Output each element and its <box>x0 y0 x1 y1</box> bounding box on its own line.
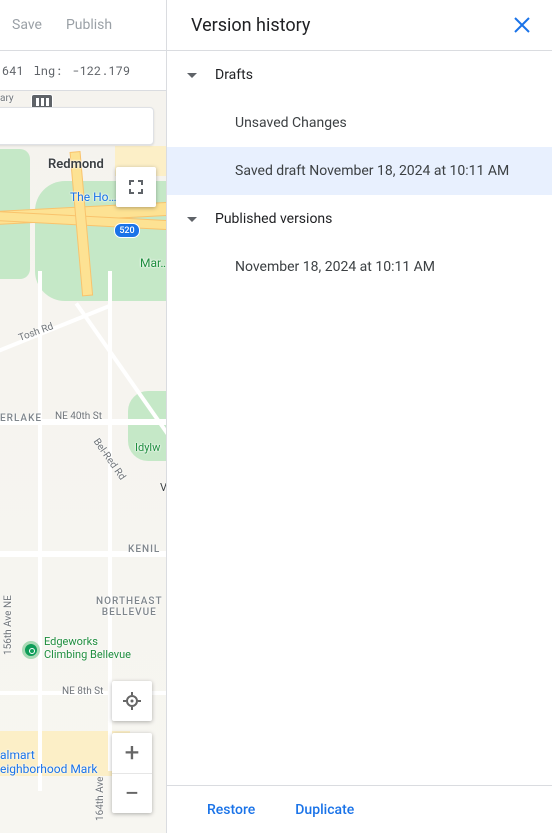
map-label-library: ary <box>0 93 14 104</box>
map-label-kenilworth: KENIL <box>128 544 160 555</box>
drafts-section-toggle[interactable]: Drafts <box>167 51 552 99</box>
map-label-164th: 164th Ave <box>95 777 106 821</box>
map-label-156th: 156th Ave NE <box>3 595 14 655</box>
version-item-published[interactable]: November 18, 2024 at 10:11 AM <box>167 243 552 291</box>
map-label-walmart: almart eighborhood Mark <box>0 748 97 776</box>
chevron-down-icon <box>187 217 197 222</box>
map-label-nebellevue: NORTHEAST BELLEVUE <box>96 596 163 618</box>
duplicate-button[interactable]: Duplicate <box>295 802 354 818</box>
chevron-down-icon <box>187 73 197 78</box>
close-button[interactable] <box>506 9 538 41</box>
lat-value: 641 <box>2 63 24 79</box>
map-label-edgeworks: Edgeworks Climbing Bellevue <box>44 635 131 661</box>
lng-label: lng: <box>34 63 63 79</box>
panel-header: Version history <box>167 0 552 51</box>
save-button[interactable]: Save <box>12 17 42 33</box>
lng-value: -122.179 <box>72 63 130 79</box>
version-item-unsaved[interactable]: Unsaved Changes <box>167 99 552 147</box>
map-label-overlake: ERLAKE <box>0 413 42 424</box>
map-search-box[interactable] <box>0 107 154 145</box>
version-history-panel: Version history Drafts Unsaved Changes S… <box>166 0 552 833</box>
zoom-controls: + − <box>112 733 152 813</box>
panel-footer: Restore Duplicate <box>167 785 552 833</box>
map-label-tosh: Tosh Rd <box>17 321 55 344</box>
highway-shield-520: 520 <box>114 223 140 238</box>
restore-button[interactable]: Restore <box>207 802 255 818</box>
fullscreen-icon <box>127 178 145 196</box>
map-canvas[interactable]: ary Redmond The Ho… ep… 520 Mar… Tosh Rd… <box>0 91 166 833</box>
close-icon <box>513 16 531 34</box>
panel-title: Version history <box>191 15 310 36</box>
my-location-button[interactable] <box>112 681 152 721</box>
coordinates-bar: 641 lng: -122.179 <box>0 51 166 91</box>
map-label-idylwood: Idylw <box>135 441 160 454</box>
zoom-out-button[interactable]: − <box>112 773 152 813</box>
location-icon <box>122 691 142 711</box>
drafts-section-label: Drafts <box>215 67 253 83</box>
version-item-saved-draft[interactable]: Saved draft November 18, 2024 at 10:11 A… <box>167 147 552 195</box>
map-label-ne40: NE 40th St <box>55 411 102 422</box>
publish-button[interactable]: Publish <box>66 17 112 33</box>
panel-body: Drafts Unsaved Changes Saved draft Novem… <box>167 51 552 785</box>
map-label-redmond: Redmond <box>48 157 104 172</box>
zoom-in-button[interactable]: + <box>112 733 152 773</box>
top-toolbar: Save Publish <box>0 0 166 51</box>
map-label-ne8th: NE 8th St <box>62 686 103 697</box>
poi-pin-icon[interactable] <box>22 641 40 659</box>
fullscreen-button[interactable] <box>116 167 156 207</box>
published-section-label: Published versions <box>215 211 332 227</box>
map-label-marymoor: Mar… <box>140 256 166 270</box>
published-section-toggle[interactable]: Published versions <box>167 195 552 243</box>
